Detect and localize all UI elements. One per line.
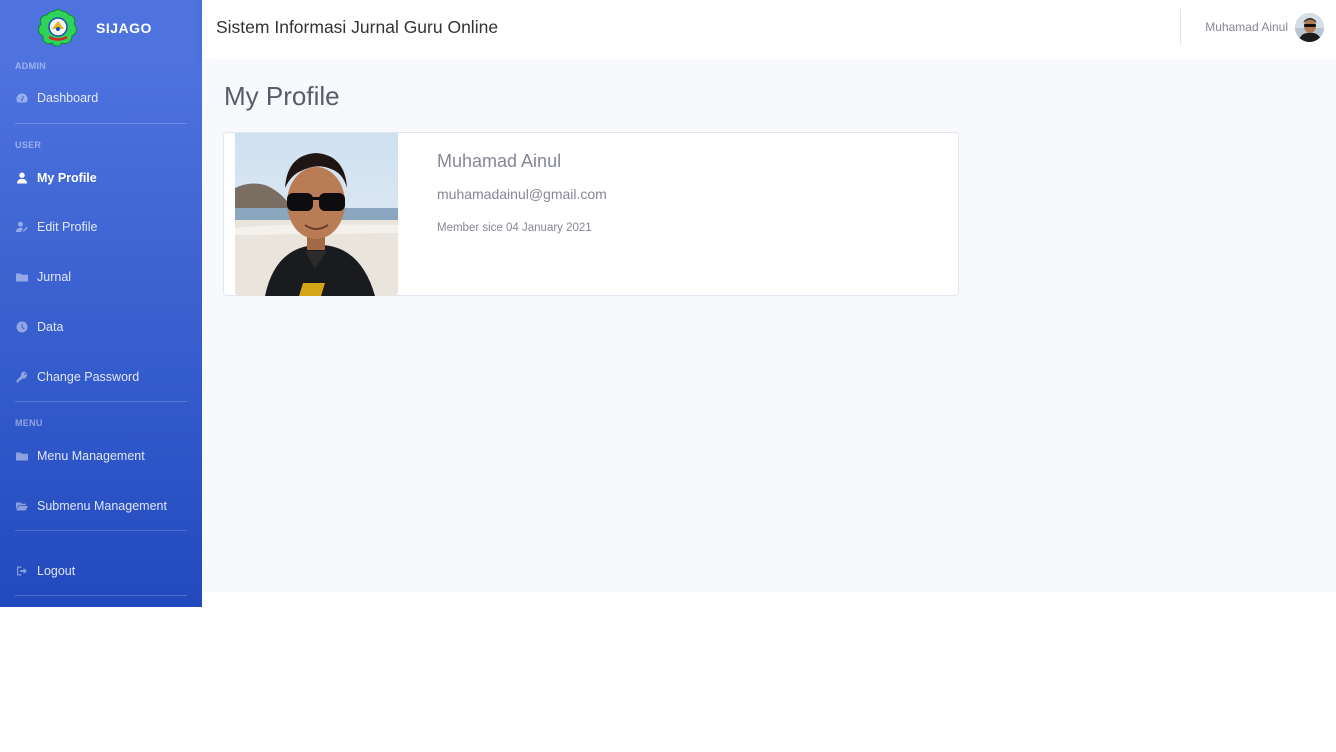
- sidebar-divider: [15, 401, 187, 402]
- clock-icon: [16, 321, 28, 333]
- sidebar: SIJAGO ADMIN Dashboard USER My Profile E…: [0, 0, 202, 607]
- sidebar-item-label: Dashboard: [37, 91, 99, 105]
- profile-card: Muhamad Ainul muhamadainul@gmail.com Mem…: [223, 132, 959, 296]
- page-title: My Profile: [224, 81, 340, 111]
- topbar-divider: [1180, 9, 1181, 45]
- sidebar-item-label: Data: [37, 320, 64, 334]
- app-title: Sistem Informasi Jurnal Guru Online: [216, 17, 499, 37]
- sidebar-item-label: Logout: [37, 564, 76, 578]
- sidebar-divider: [15, 595, 187, 596]
- user-icon: [16, 172, 28, 184]
- dashboard-icon: [16, 92, 28, 104]
- folder-open-icon: [16, 500, 28, 512]
- folder-icon: [16, 271, 28, 283]
- sidebar-item-label: Edit Profile: [37, 220, 98, 234]
- profile-name: Muhamad Ainul: [437, 151, 562, 171]
- avatar[interactable]: [1295, 13, 1324, 42]
- sidebar-item-logout[interactable]: Logout: [0, 556, 202, 586]
- brand-name: SIJAGO: [96, 19, 152, 36]
- sidebar-item-dashboard[interactable]: Dashboard: [0, 83, 202, 113]
- heading-admin: ADMIN: [15, 61, 46, 71]
- key-icon: [16, 371, 28, 383]
- user-edit-icon: [16, 221, 28, 233]
- brand-link[interactable]: SIJAGO: [0, 0, 202, 55]
- sidebar-item-submenu-management[interactable]: Submenu Management: [0, 491, 202, 521]
- sidebar-item-data[interactable]: Data: [0, 312, 202, 342]
- sidebar-divider: [15, 123, 187, 124]
- profile-photo: [235, 133, 398, 296]
- user-dropdown-name[interactable]: Muhamad Ainul: [1205, 20, 1288, 34]
- topbar: Sistem Informasi Jurnal Guru Online Muha…: [202, 0, 1336, 59]
- profile-email: muhamadainul@gmail.com: [437, 186, 607, 202]
- sidebar-item-menu-management[interactable]: Menu Management: [0, 441, 202, 471]
- sidebar-item-label: Jurnal: [37, 270, 72, 284]
- member-since: Member sice 04 January 2021: [437, 222, 592, 234]
- sidebar-item-label: Submenu Management: [37, 499, 167, 513]
- sidebar-item-jurnal[interactable]: Jurnal: [0, 262, 202, 292]
- sidebar-item-label: Change Password: [37, 370, 140, 384]
- heading-menu: MENU: [15, 418, 43, 428]
- sidebar-item-change-password[interactable]: Change Password: [0, 362, 202, 392]
- sidebar-item-label: Menu Management: [37, 449, 145, 463]
- sidebar-item-label: My Profile: [37, 171, 97, 185]
- sidebar-divider: [15, 530, 187, 531]
- sidebar-item-edit-profile[interactable]: Edit Profile: [0, 212, 202, 242]
- sign-out-icon: [16, 565, 28, 577]
- heading-user: USER: [15, 140, 42, 150]
- logo-icon: [38, 7, 77, 46]
- folder-icon: [16, 450, 28, 462]
- sidebar-item-my-profile[interactable]: My Profile: [0, 163, 202, 193]
